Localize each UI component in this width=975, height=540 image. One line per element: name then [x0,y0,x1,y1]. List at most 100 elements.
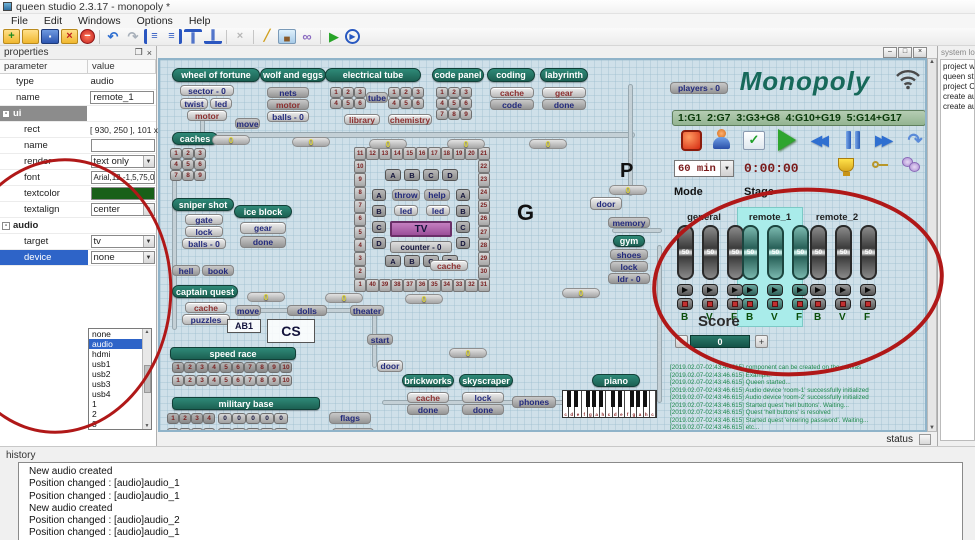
textcolor-swatch[interactable] [91,187,155,200]
board-cell[interactable]: 33 [453,279,465,292]
led-button[interactable]: led [210,98,232,109]
fader-play-button[interactable] [702,284,718,296]
fader-stop-button[interactable] [767,298,783,310]
board-letter-key[interactable]: B [404,169,420,181]
board-letter-key[interactable]: B [372,205,386,217]
dropdown-option[interactable]: 3 [89,419,142,429]
piano-black-key[interactable] [630,391,634,407]
align-top-icon[interactable]: ∥ [184,29,202,44]
device-select[interactable]: none▼ [91,251,155,264]
speed-key[interactable]: 8 [256,375,268,386]
board-cell[interactable]: 16 [416,147,428,160]
speed-key[interactable]: 5 [220,362,232,373]
fader-play-button[interactable] [835,284,851,296]
fader-stop-button[interactable] [860,298,876,310]
float-panel-icon[interactable]: ❐ [135,47,143,58]
board-cell[interactable]: 40 [366,279,378,292]
led-button[interactable]: led [426,205,450,216]
menu-item[interactable]: File [4,15,35,27]
tube-key[interactable]: 2 [342,87,354,98]
close-icon[interactable]: × [913,47,927,58]
fader-stop-button[interactable] [677,298,693,310]
code-button[interactable]: code [490,99,534,110]
cache-key[interactable]: 1 [170,148,182,159]
board-cell[interactable]: 7 [354,200,366,213]
military-key[interactable]: 4 [203,413,215,424]
board-cell[interactable]: 3 [354,252,366,265]
speed-key[interactable]: 2 [184,362,196,373]
tube-button[interactable]: tube [366,92,388,103]
chat-icon[interactable] [902,157,920,172]
board-letter-key[interactable]: D [442,169,458,181]
board-cell[interactable]: 35 [428,279,440,292]
piano-black-key[interactable] [586,391,590,407]
motor-button[interactable]: motor [267,99,309,110]
move-button[interactable]: move [235,305,261,316]
font-input[interactable]: Arial,12,-1,5,75,0,0,0,0,0 [91,171,155,184]
puzzles-button[interactable]: puzzles [182,314,230,325]
gate-button[interactable]: gate [185,214,223,225]
piano-black-key[interactable] [618,391,622,407]
trophy-icon[interactable] [838,158,854,172]
speed-key[interactable]: 3 [196,362,208,373]
delete-icon[interactable]: × [231,29,249,44]
dropdown-option[interactable]: usb2 [89,369,142,379]
cache-key[interactable]: 2 [182,148,194,159]
cache-button[interactable]: cache [430,260,468,271]
dropdown-option[interactable]: hdmi [89,349,142,359]
board-letter-key[interactable]: C [423,169,439,181]
board-letter-key[interactable]: B [456,205,470,217]
speed-key[interactable]: 9 [268,375,280,386]
board-cell[interactable]: 31 [478,279,490,292]
scroll-up-icon[interactable]: ▲ [929,59,935,65]
piano-black-key[interactable] [636,391,640,407]
speed-key[interactable]: 4 [208,362,220,373]
fader-stop-button[interactable] [810,298,826,310]
room-canvas[interactable]: wheel of fortune sector - 0 twist led mo… [158,58,927,432]
volume-slider[interactable]: 50 [860,225,877,280]
done-button[interactable]: done [462,404,504,415]
close-panel-icon[interactable]: × [147,48,152,58]
cache-button[interactable]: cache [490,87,534,98]
timer-select[interactable]: 60 min ▼ [674,160,734,177]
gear-button[interactable]: gear [240,222,286,234]
fader-play-button[interactable] [742,284,758,296]
textalign-select[interactable]: center▼ [91,203,155,216]
board-cell[interactable]: 28 [478,239,490,252]
speed-key[interactable]: 2 [184,375,196,386]
board-cell[interactable]: 1 [354,279,366,292]
save-icon[interactable]: ▪ [41,29,59,44]
board-cell[interactable]: 10 [354,160,366,173]
move-button[interactable]: move [235,118,260,129]
align-bottom-icon[interactable]: ∥ [204,29,222,44]
fader-stop-button[interactable] [835,298,851,310]
dropdown-option[interactable]: usb1 [89,359,142,369]
piano-black-key[interactable] [567,391,571,407]
board-cell[interactable]: 6 [354,213,366,226]
twist-button[interactable]: twist [180,98,208,109]
chevron-down-icon[interactable]: ▼ [143,204,154,215]
volume-slider[interactable]: 50 [810,225,827,280]
nets-button[interactable]: nets [267,87,309,98]
fader-play-button[interactable] [767,284,783,296]
image-icon[interactable]: ▄ [278,29,296,44]
board-cell[interactable]: 23 [478,173,490,186]
dropdown-option[interactable]: usb3 [89,379,142,389]
rewind-button[interactable]: ◀◀ [805,128,831,152]
collapse-icon[interactable]: - [2,222,10,230]
piano-black-key[interactable] [599,391,603,407]
volume-slider[interactable]: 50 [835,225,852,280]
undo-icon[interactable]: ↶ [104,29,122,44]
code-key[interactable]: 7 [436,109,448,120]
menu-item[interactable]: Windows [71,15,128,27]
door-button[interactable]: door [590,197,622,210]
speed-key[interactable]: 3 [196,375,208,386]
board-letter-key[interactable]: C [456,221,470,233]
fader-play-button[interactable] [810,284,826,296]
code-key[interactable]: 9 [460,109,472,120]
tube-key[interactable]: 6 [354,98,366,109]
board-cell[interactable]: 36 [416,279,428,292]
board-cell[interactable]: 32 [465,279,477,292]
library-button[interactable]: library [344,114,380,125]
code-key[interactable]: 5 [448,98,460,109]
